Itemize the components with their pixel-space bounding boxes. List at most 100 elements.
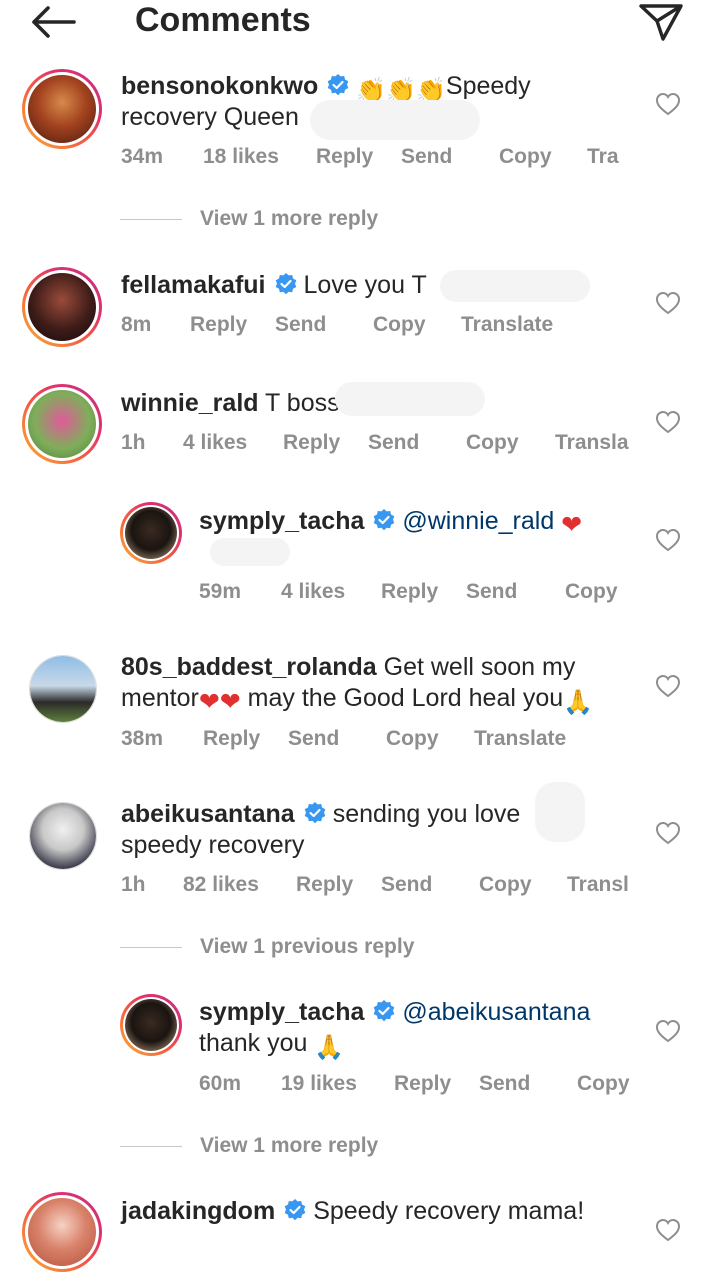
view-more-replies[interactable]: View 1 more reply: [120, 1133, 420, 1159]
avatar[interactable]: [29, 802, 97, 870]
avatar[interactable]: [22, 384, 102, 464]
verified-badge-icon: [327, 74, 349, 96]
copy-button[interactable]: Copy: [466, 430, 519, 456]
like-heart-icon[interactable]: [655, 1019, 681, 1043]
reply-text: symply_tacha @winnie_rald ❤: [199, 506, 582, 541]
blurred-region: [310, 100, 480, 140]
reply-button[interactable]: Reply: [381, 579, 438, 605]
red-heart-emoji-icon: ❤❤: [198, 688, 241, 716]
divider: [120, 219, 182, 220]
verified-badge-icon: [304, 802, 325, 824]
copy-button[interactable]: Copy: [577, 1071, 630, 1097]
avatar[interactable]: [120, 502, 182, 564]
comment-text: 80s_baddest_rolanda Get well soon my: [121, 653, 576, 681]
reply-button[interactable]: Reply: [394, 1071, 451, 1097]
avatar[interactable]: [22, 69, 102, 149]
reply-text-line2: thank you 🙏: [199, 1029, 345, 1061]
comment-meta: 34m 18 likes Reply Send Copy Tra: [121, 144, 641, 170]
avatar[interactable]: [120, 994, 182, 1056]
blurred-region: [335, 382, 485, 416]
translate-button[interactable]: Transla: [555, 430, 629, 456]
comment-text: fellamakafui Love you T: [121, 271, 427, 299]
translate-button[interactable]: Translate: [461, 312, 553, 338]
comment-username[interactable]: abeikusantana: [121, 800, 295, 828]
divider: [120, 947, 182, 948]
send-button[interactable]: Send: [368, 430, 419, 456]
comment-meta: 8m Reply Send Copy Translate: [121, 312, 641, 338]
comment-likes[interactable]: 82 likes: [183, 872, 259, 898]
comment-time: 38m: [121, 727, 164, 750]
avatar[interactable]: [29, 655, 97, 723]
view-previous-replies[interactable]: View 1 previous reply: [120, 934, 440, 960]
comment-likes[interactable]: 4 likes: [281, 579, 345, 605]
like-heart-icon[interactable]: [655, 528, 681, 552]
translate-button[interactable]: Transl: [567, 872, 629, 898]
comment-text: abeikusantana sending you love: [121, 800, 521, 828]
send-button[interactable]: Send: [401, 144, 452, 170]
comment-username[interactable]: symply_tacha: [199, 507, 364, 535]
blurred-region: [210, 538, 290, 566]
send-button[interactable]: Send: [288, 726, 339, 752]
comment-meta: 38m Reply Send Copy Translate: [121, 726, 641, 752]
copy-button[interactable]: Copy: [373, 312, 426, 338]
translate-button[interactable]: Translate: [474, 726, 566, 752]
blurred-region: [440, 270, 590, 302]
comment-time: 60m: [199, 1072, 242, 1095]
like-heart-icon[interactable]: [655, 674, 681, 698]
copy-button[interactable]: Copy: [499, 144, 552, 170]
comment-text-line2: speedy recovery: [121, 831, 305, 859]
send-button[interactable]: Send: [381, 872, 432, 898]
send-button[interactable]: Send: [466, 579, 517, 605]
comment-likes[interactable]: 4 likes: [183, 430, 247, 456]
red-heart-emoji-icon: ❤: [561, 511, 583, 539]
reply-button[interactable]: Reply: [296, 872, 353, 898]
comment-time: 34m: [121, 145, 164, 168]
comment-time: 59m: [199, 580, 242, 603]
avatar[interactable]: [22, 1192, 102, 1272]
comment-likes[interactable]: 18 likes: [203, 144, 279, 170]
comment-text-line2: recovery Queen: [121, 103, 299, 131]
reply-text: symply_tacha @abeikusantana: [199, 997, 590, 1028]
copy-button[interactable]: Copy: [386, 726, 439, 752]
comment-text: jadakingdom Speedy recovery mama!: [121, 1197, 585, 1225]
reply-button[interactable]: Reply: [203, 726, 260, 752]
praying-hands-emoji-icon: 🙏: [563, 689, 594, 716]
send-button[interactable]: Send: [275, 312, 326, 338]
comment-username[interactable]: symply_tacha: [199, 998, 364, 1026]
praying-hands-emoji-icon: 🙏: [314, 1034, 345, 1061]
reply-button[interactable]: Reply: [190, 312, 247, 338]
like-heart-icon[interactable]: [655, 1218, 681, 1242]
comment-time: 1h: [121, 873, 146, 896]
comment-username[interactable]: fellamakafui: [121, 271, 266, 299]
mention-link[interactable]: @abeikusantana: [402, 998, 590, 1026]
reply-button[interactable]: Reply: [283, 430, 340, 456]
copy-button[interactable]: Copy: [479, 872, 532, 898]
divider: [120, 1146, 182, 1147]
comment-username[interactable]: bensonokonkwo: [121, 72, 318, 100]
page-title: Comments: [135, 1, 311, 39]
reply-meta: 60m 19 likes Reply Send Copy: [199, 1071, 639, 1097]
back-arrow-icon[interactable]: [28, 4, 78, 40]
mention-link[interactable]: @winnie_rald: [402, 507, 554, 535]
comment-likes[interactable]: 19 likes: [281, 1071, 357, 1097]
reply-button[interactable]: Reply: [316, 144, 373, 170]
like-heart-icon[interactable]: [655, 821, 681, 845]
like-heart-icon[interactable]: [655, 410, 681, 434]
comment-username[interactable]: jadakingdom: [121, 1197, 275, 1225]
comment-username[interactable]: 80s_baddest_rolanda: [121, 653, 377, 681]
copy-button[interactable]: Copy: [565, 579, 618, 605]
comment-text: winnie_rald T boss: [121, 389, 340, 417]
comment-time: 1h: [121, 431, 146, 454]
verified-badge-icon: [275, 273, 296, 295]
reply-meta: 59m 4 likes Reply Send Copy: [199, 579, 639, 605]
view-more-replies[interactable]: View 1 more reply: [120, 206, 420, 232]
avatar[interactable]: [22, 267, 102, 347]
comment-meta: 1h 4 likes Reply Send Copy Transla: [121, 430, 641, 456]
translate-button[interactable]: Tra: [587, 144, 619, 170]
like-heart-icon[interactable]: [655, 291, 681, 315]
comment-time: 8m: [121, 313, 152, 336]
send-button[interactable]: Send: [479, 1071, 530, 1097]
direct-send-icon[interactable]: [638, 2, 684, 42]
like-heart-icon[interactable]: [655, 92, 681, 116]
comment-username[interactable]: winnie_rald: [121, 389, 259, 417]
